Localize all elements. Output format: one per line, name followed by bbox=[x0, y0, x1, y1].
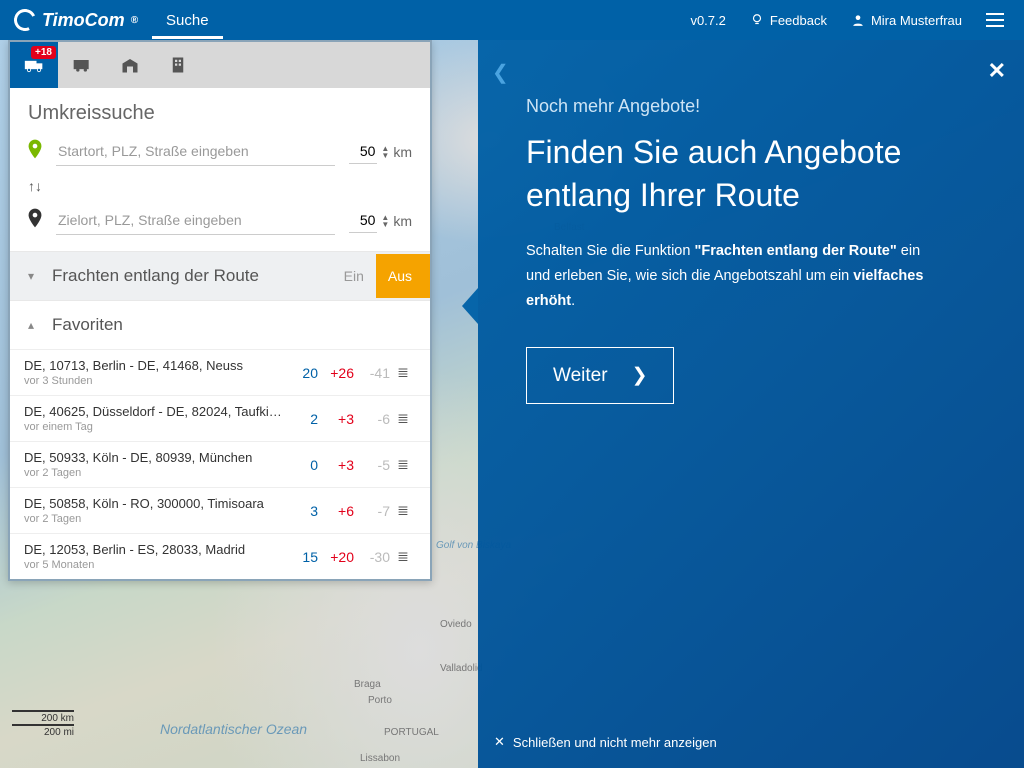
feedback-link[interactable]: Feedback bbox=[750, 13, 827, 28]
chevron-up-icon: ▴ bbox=[28, 318, 52, 332]
city-label: Lissabon bbox=[360, 753, 400, 764]
nav-search[interactable]: Suche bbox=[152, 2, 223, 39]
tab-badge: +18 bbox=[31, 46, 56, 59]
radius-search-title: Umkreissuche bbox=[10, 88, 430, 131]
favorite-count-current: 0 bbox=[282, 457, 318, 473]
km-label: km bbox=[393, 144, 412, 160]
route-freight-label: Frachten entlang der Route bbox=[52, 266, 259, 286]
favorite-route: DE, 50858, Köln - RO, 300000, Timisoara bbox=[24, 496, 282, 511]
onboarding-overlay: ❮ ✕ Noch mehr Angebote! Finden Sie auch … bbox=[478, 40, 1024, 768]
favorite-count-old: -7 bbox=[354, 503, 390, 519]
user-menu[interactable]: Mira Musterfrau bbox=[851, 13, 962, 28]
favorite-menu-icon[interactable]: ≣ bbox=[390, 502, 416, 519]
overlay-title: Finden Sie auch Angebote entlang Ihrer R… bbox=[526, 131, 976, 217]
favorite-row[interactable]: DE, 40625, Düsseldorf - DE, 82024, Taufk… bbox=[10, 395, 430, 441]
dest-radius-input[interactable] bbox=[349, 208, 377, 233]
favorite-row[interactable]: DE, 50933, Köln - DE, 80939, München vor … bbox=[10, 441, 430, 487]
overlay-close-icon[interactable]: ✕ bbox=[988, 58, 1006, 84]
favorite-count-current: 2 bbox=[282, 411, 318, 427]
chevron-down-icon: ▾ bbox=[28, 269, 52, 283]
favorite-count-current: 3 bbox=[282, 503, 318, 519]
logo-icon bbox=[11, 6, 39, 34]
tab-freight[interactable]: +18 bbox=[10, 42, 58, 88]
favorite-count-new: +3 bbox=[318, 457, 354, 473]
warehouse-icon bbox=[121, 57, 139, 73]
lightbulb-icon bbox=[750, 13, 764, 27]
city-label: Oviedo bbox=[440, 619, 472, 630]
dismiss-link[interactable]: ✕ Schließen und nicht mehr anzeigen bbox=[494, 734, 717, 750]
favorite-count-new: +6 bbox=[318, 503, 354, 519]
city-label: Braga bbox=[354, 679, 381, 690]
tab-warehouse[interactable] bbox=[106, 42, 154, 88]
favorite-count-current: 20 bbox=[282, 365, 318, 381]
favorite-menu-icon[interactable]: ≣ bbox=[390, 410, 416, 427]
favorite-row[interactable]: DE, 50858, Köln - RO, 300000, Timisoara v… bbox=[10, 487, 430, 533]
favorites-list: DE, 10713, Berlin - DE, 41468, Neuss vor … bbox=[10, 349, 430, 579]
tab-company[interactable] bbox=[154, 42, 202, 88]
km-label: km bbox=[393, 213, 412, 229]
favorite-time: vor 3 Stunden bbox=[24, 375, 282, 387]
city-label: PORTUGAL bbox=[384, 727, 439, 738]
swap-icon[interactable]: ↑↓ bbox=[28, 178, 42, 194]
ocean-label: Nordatlantischer Ozean bbox=[160, 720, 307, 738]
dest-radius-spinner[interactable]: ▲▼ bbox=[381, 214, 389, 228]
toggle-on[interactable]: Ein bbox=[332, 254, 376, 298]
start-input[interactable] bbox=[56, 137, 335, 166]
trailer-icon bbox=[72, 57, 92, 73]
favorite-menu-icon[interactable]: ≣ bbox=[390, 456, 416, 473]
route-toggle[interactable]: Ein Aus bbox=[332, 268, 412, 284]
favorite-count-old: -41 bbox=[354, 365, 390, 381]
favorite-time: vor 5 Monaten bbox=[24, 559, 282, 571]
start-radius-input[interactable] bbox=[349, 139, 377, 164]
start-radius-spinner[interactable]: ▲▼ bbox=[381, 145, 389, 159]
favorite-count-new: +26 bbox=[318, 365, 354, 381]
menu-icon[interactable] bbox=[986, 13, 1004, 27]
truck-icon bbox=[24, 57, 44, 73]
overlay-kicker: Noch mehr Angebote! bbox=[526, 96, 976, 117]
panel-tabs: +18 bbox=[10, 42, 430, 88]
favorite-count-current: 15 bbox=[282, 549, 318, 565]
favorite-menu-icon[interactable]: ≣ bbox=[390, 548, 416, 565]
favorite-count-old: -5 bbox=[354, 457, 390, 473]
favorite-row[interactable]: DE, 10713, Berlin - DE, 41468, Neuss vor … bbox=[10, 349, 430, 395]
route-freight-toggle-row[interactable]: ▾ Frachten entlang der Route Ein Aus bbox=[10, 251, 430, 300]
tab-vehicle[interactable] bbox=[58, 42, 106, 88]
favorite-time: vor 2 Tagen bbox=[24, 513, 282, 525]
overlay-body: Schalten Sie die Funktion "Frachten entl… bbox=[526, 239, 946, 313]
city-label: Porto bbox=[368, 695, 392, 706]
search-panel: +18 Umkreissuche ▲▼ km bbox=[8, 40, 432, 581]
user-icon bbox=[851, 13, 865, 27]
dest-input[interactable] bbox=[56, 206, 335, 235]
map-scale: 200 km 200 mi bbox=[12, 710, 74, 738]
callout-pointer bbox=[462, 288, 478, 324]
favorite-row[interactable]: DE, 12053, Berlin - ES, 28033, Madrid vor… bbox=[10, 533, 430, 579]
favorite-count-old: -6 bbox=[354, 411, 390, 427]
building-icon bbox=[170, 56, 186, 74]
version-label: v0.7.2 bbox=[690, 13, 725, 28]
favorite-route: DE, 40625, Düsseldorf - DE, 82024, Taufk… bbox=[24, 404, 282, 419]
brand-text: TimoCom bbox=[42, 10, 125, 31]
next-button[interactable]: Weiter ❯ bbox=[526, 347, 674, 404]
favorite-route: DE, 12053, Berlin - ES, 28033, Madrid bbox=[24, 542, 282, 557]
favorite-menu-icon[interactable]: ≣ bbox=[390, 364, 416, 381]
favorite-count-old: -30 bbox=[354, 549, 390, 565]
favorites-header[interactable]: ▴ Favoriten bbox=[10, 300, 430, 349]
favorite-count-new: +3 bbox=[318, 411, 354, 427]
favorite-time: vor 2 Tagen bbox=[24, 467, 282, 479]
start-pin-icon bbox=[28, 139, 42, 164]
toggle-off[interactable]: Aus bbox=[376, 254, 430, 298]
brand-logo[interactable]: TimoCom® bbox=[0, 9, 152, 31]
favorite-time: vor einem Tag bbox=[24, 421, 282, 433]
close-icon: ✕ bbox=[494, 734, 505, 750]
favorite-route: DE, 10713, Berlin - DE, 41468, Neuss bbox=[24, 358, 282, 373]
overlay-back-icon[interactable]: ❮ bbox=[492, 60, 509, 85]
dest-pin-icon bbox=[28, 208, 42, 233]
chevron-right-icon: ❯ bbox=[632, 364, 648, 387]
city-label: Valladolid bbox=[440, 663, 483, 674]
favorites-label: Favoriten bbox=[52, 315, 123, 335]
app-header: TimoCom® Suche v0.7.2 Feedback Mira Must… bbox=[0, 0, 1024, 40]
favorite-count-new: +20 bbox=[318, 549, 354, 565]
favorite-route: DE, 50933, Köln - DE, 80939, München bbox=[24, 450, 282, 465]
